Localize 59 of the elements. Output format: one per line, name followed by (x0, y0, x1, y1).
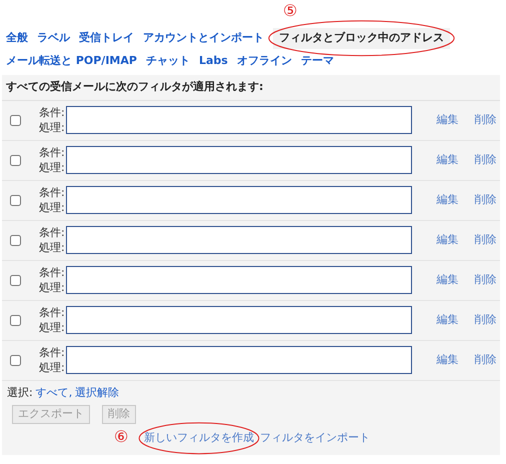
settings-tab[interactable]: フィルタとブロック中のアドレス (273, 28, 450, 48)
edit-link[interactable]: 編集 (436, 232, 459, 248)
filter-field[interactable] (66, 186, 412, 214)
action-label: 処理: (39, 360, 65, 375)
filter-field[interactable] (66, 346, 412, 374)
settings-tab[interactable]: 受信トレイ (79, 28, 134, 48)
settings-tab[interactable]: ラベル (37, 28, 70, 48)
filter-field[interactable] (66, 106, 412, 134)
edit-link[interactable]: 編集 (436, 312, 459, 328)
condition-label: 条件: (39, 145, 65, 160)
settings-tab[interactable]: テーマ (300, 50, 334, 71)
filter-checkbox[interactable] (10, 354, 21, 366)
select-all-link[interactable]: すべて, (36, 384, 72, 401)
filter-checkbox[interactable] (10, 194, 21, 206)
edit-link[interactable]: 編集 (436, 112, 459, 128)
filter-checkbox[interactable] (10, 114, 21, 126)
edit-link[interactable]: 編集 (436, 272, 459, 288)
filter-field[interactable] (66, 306, 412, 334)
filter-field[interactable] (66, 266, 412, 294)
edit-link[interactable]: 編集 (436, 192, 459, 208)
action-label: 処理: (39, 320, 65, 335)
condition-label: 条件: (39, 225, 65, 240)
action-label: 処理: (39, 120, 65, 135)
condition-label: 条件: (39, 185, 65, 200)
condition-label: 条件: (39, 305, 65, 320)
settings-tab[interactable]: チャット (146, 50, 190, 71)
action-label: 処理: (39, 280, 65, 295)
delete-link[interactable]: 削除 (474, 272, 497, 288)
annotation-number: ⑤ (283, 3, 298, 19)
filter-checkbox[interactable] (10, 234, 21, 246)
filter-field[interactable] (66, 146, 412, 174)
edit-link[interactable]: 編集 (436, 152, 459, 168)
condition-label: 条件: (39, 345, 65, 360)
delete-link[interactable]: 削除 (474, 152, 497, 168)
settings-tab[interactable]: Labs (198, 50, 228, 71)
filters-heading: すべての受信メールに次のフィルタが適用されます: (2, 75, 500, 100)
deselect-link[interactable]: 選択解除 (75, 384, 120, 401)
settings-tab[interactable]: メール転送と POP/IMAP (6, 50, 137, 71)
filter-checkbox[interactable] (10, 154, 21, 166)
delete-link[interactable]: 削除 (474, 352, 497, 368)
edit-link[interactable]: 編集 (436, 352, 459, 368)
condition-label: 条件: (39, 265, 65, 280)
delete-link[interactable]: 削除 (474, 192, 497, 208)
settings-tab[interactable]: 全般 (6, 28, 28, 48)
action-label: 処理: (39, 200, 65, 215)
delete-link[interactable]: 削除 (474, 232, 497, 248)
filter-link[interactable]: フィルタをインポート (260, 431, 370, 444)
condition-label: 条件: (39, 105, 65, 120)
settings-tab[interactable]: オフライン (236, 50, 292, 71)
select-label: 選択: (7, 384, 33, 400)
delete-link[interactable]: 削除 (474, 312, 497, 328)
filter-checkbox[interactable] (10, 314, 21, 326)
settings-tab[interactable]: アカウントとインポート (143, 28, 264, 48)
action-label: 処理: (39, 240, 65, 255)
filter-field[interactable] (66, 226, 412, 254)
annotation-number: ⑥ (114, 429, 128, 445)
action-label: 処理: (39, 160, 65, 175)
delete-link[interactable]: 削除 (474, 112, 497, 128)
filter-checkbox[interactable] (10, 274, 21, 286)
